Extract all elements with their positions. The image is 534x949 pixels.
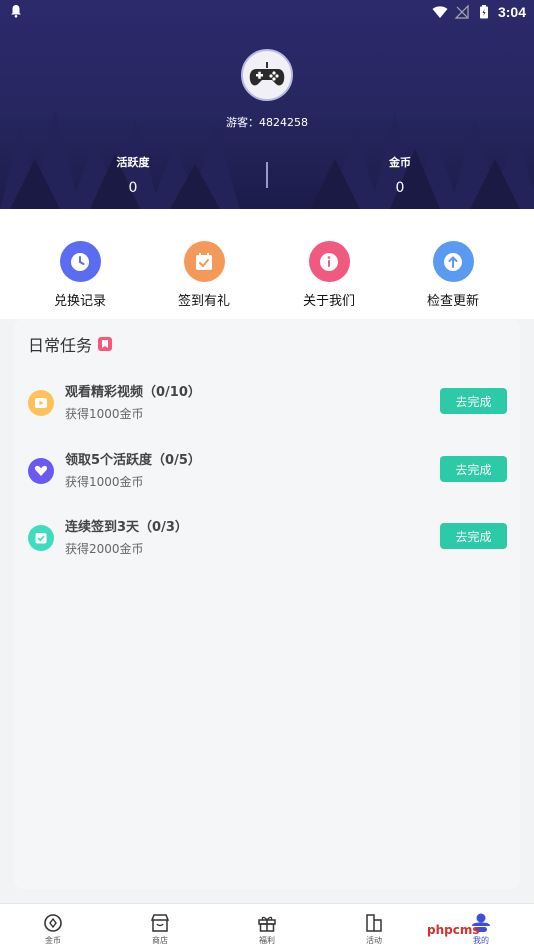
gamepad-icon xyxy=(249,62,285,86)
upload-icon xyxy=(432,241,474,282)
quick-action-check-update[interactable]: 检查更新 xyxy=(403,241,503,309)
task-complete-button[interactable]: 去完成 xyxy=(440,523,507,549)
task-reward: 获得1000金币 xyxy=(65,475,144,489)
daily-tasks-title: 日常任务 xyxy=(28,336,93,355)
task-complete-button[interactable]: 去完成 xyxy=(440,456,507,482)
stat-label: 金币 xyxy=(389,156,411,169)
checkin-icon xyxy=(183,241,225,282)
quick-action-label: 兑换记录 xyxy=(53,294,106,309)
stat-activity: 活跃度 0 xyxy=(73,154,193,196)
stat-divider xyxy=(266,162,268,188)
nav-item-coins[interactable]: 金币 xyxy=(23,912,83,946)
task-row: 连续签到3天（0/3） 获得2000金币 去完成 xyxy=(14,508,520,568)
clock-icon xyxy=(59,241,101,282)
status-bar: 3:04 xyxy=(0,0,534,24)
no-signal-icon xyxy=(454,4,469,19)
clock-time: 3:04 xyxy=(497,4,526,20)
gift-icon xyxy=(258,916,276,932)
quick-actions: 兑换记录 签到有礼 关于我们 检查更新 xyxy=(0,209,534,319)
stat-coins: 金币 0 xyxy=(340,154,460,196)
task-name: 观看精彩视频（0/10） xyxy=(65,385,201,400)
nav-item-shop[interactable]: 商店 xyxy=(130,912,190,946)
quick-action-label: 关于我们 xyxy=(302,294,355,309)
video-icon xyxy=(28,390,54,416)
nav-label: 活动 xyxy=(366,936,382,945)
avatar[interactable] xyxy=(241,49,293,101)
quick-action-label: 签到有礼 xyxy=(177,294,230,309)
quick-action-about-us[interactable]: 关于我们 xyxy=(279,241,379,309)
task-complete-button[interactable]: 去完成 xyxy=(440,388,507,414)
nav-item-welfare[interactable]: 福利 xyxy=(237,912,297,946)
notification-bell-icon xyxy=(11,5,21,18)
task-reward: 获得1000金币 xyxy=(65,407,144,421)
nav-label: 金币 xyxy=(45,936,61,945)
task-name: 连续签到3天（0/3） xyxy=(65,520,188,535)
task-name: 领取5个活跃度（0/5） xyxy=(65,453,201,468)
quick-action-exchange-record[interactable]: 兑换记录 xyxy=(30,241,130,309)
profile-header: 3:04 游客：4824258 活跃度 0 金币 0 xyxy=(0,0,534,209)
nav-label: 商店 xyxy=(152,936,168,945)
shop-icon xyxy=(150,914,170,932)
daily-tasks-card: 日常任务 观看精彩视频（0/10） 获得1000金币 去完成 领取5个活跃度（0… xyxy=(14,319,520,889)
calendar-check-icon xyxy=(28,525,54,551)
stat-value: 0 xyxy=(395,180,405,196)
stat-value: 0 xyxy=(128,180,138,196)
task-badge-icon xyxy=(98,337,113,351)
daily-tasks-header: 日常任务 xyxy=(28,332,113,356)
nav-label: 福利 xyxy=(259,936,275,945)
flag-icon xyxy=(366,914,382,932)
nav-item-activity[interactable]: 活动 xyxy=(344,912,404,946)
task-reward: 获得2000金币 xyxy=(65,542,144,556)
watermark: phpcms xyxy=(427,923,480,937)
task-row: 观看精彩视频（0/10） 获得1000金币 去完成 xyxy=(14,373,520,433)
stat-label: 活跃度 xyxy=(116,156,150,169)
heart-icon xyxy=(28,458,54,484)
battery-icon xyxy=(479,5,488,19)
coin-icon xyxy=(44,914,62,932)
user-id: 游客：4824258 xyxy=(226,116,308,129)
quick-action-label: 检查更新 xyxy=(426,294,479,309)
wifi-icon xyxy=(432,6,448,18)
info-icon xyxy=(308,241,350,282)
quick-action-checkin[interactable]: 签到有礼 xyxy=(154,241,254,309)
task-row: 领取5个活跃度（0/5） 获得1000金币 去完成 xyxy=(14,441,520,501)
